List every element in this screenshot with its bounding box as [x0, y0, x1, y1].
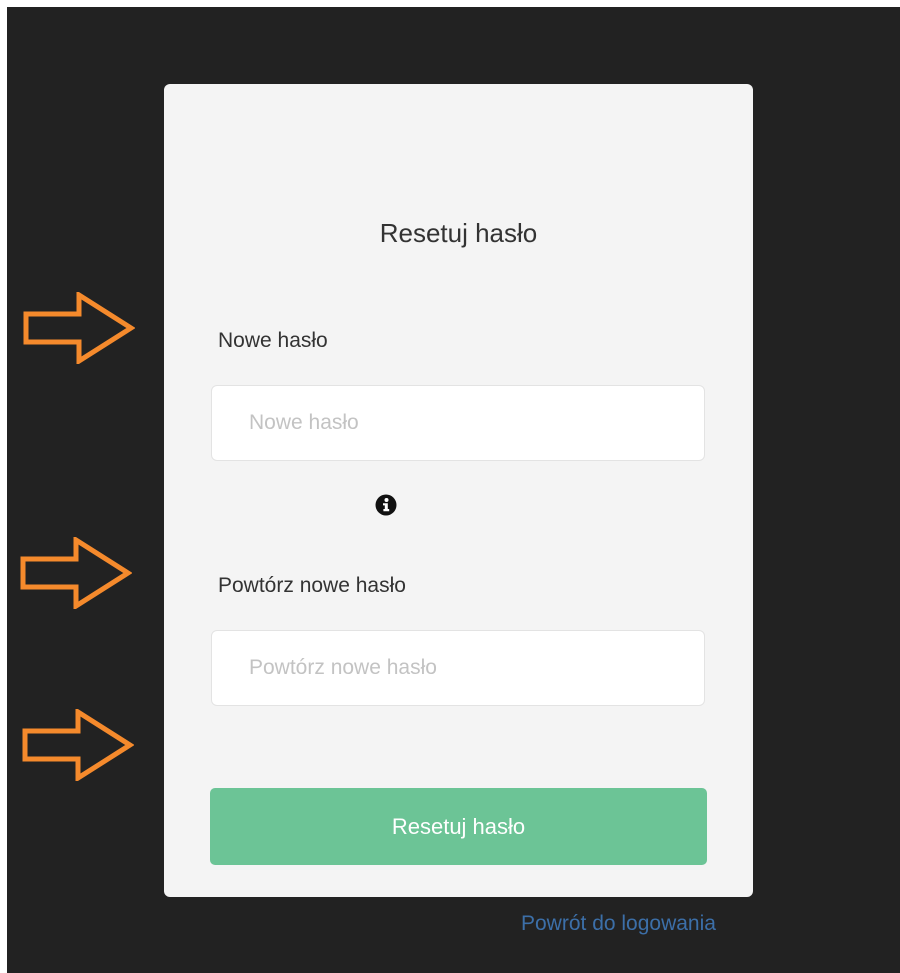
new-password-input[interactable]	[211, 385, 705, 461]
repeat-password-label: Powtórz nowe hasło	[218, 574, 406, 597]
repeat-password-input[interactable]	[211, 630, 705, 706]
page-title: Resetuj hasło	[379, 218, 538, 248]
info-circle-icon[interactable]	[375, 494, 397, 516]
reset-password-card: Resetuj hasło Nowe hasło Powtórz nowe ha…	[164, 84, 753, 935]
annotation-arrow-icon	[23, 292, 135, 364]
reset-password-button[interactable]: Resetuj hasło	[210, 788, 707, 865]
annotation-arrow-icon	[22, 709, 134, 781]
new-password-label: Nowe hasło	[218, 329, 328, 352]
back-to-login-link[interactable]: Powrót do logowania	[521, 912, 716, 936]
annotation-arrow-icon	[20, 537, 132, 609]
